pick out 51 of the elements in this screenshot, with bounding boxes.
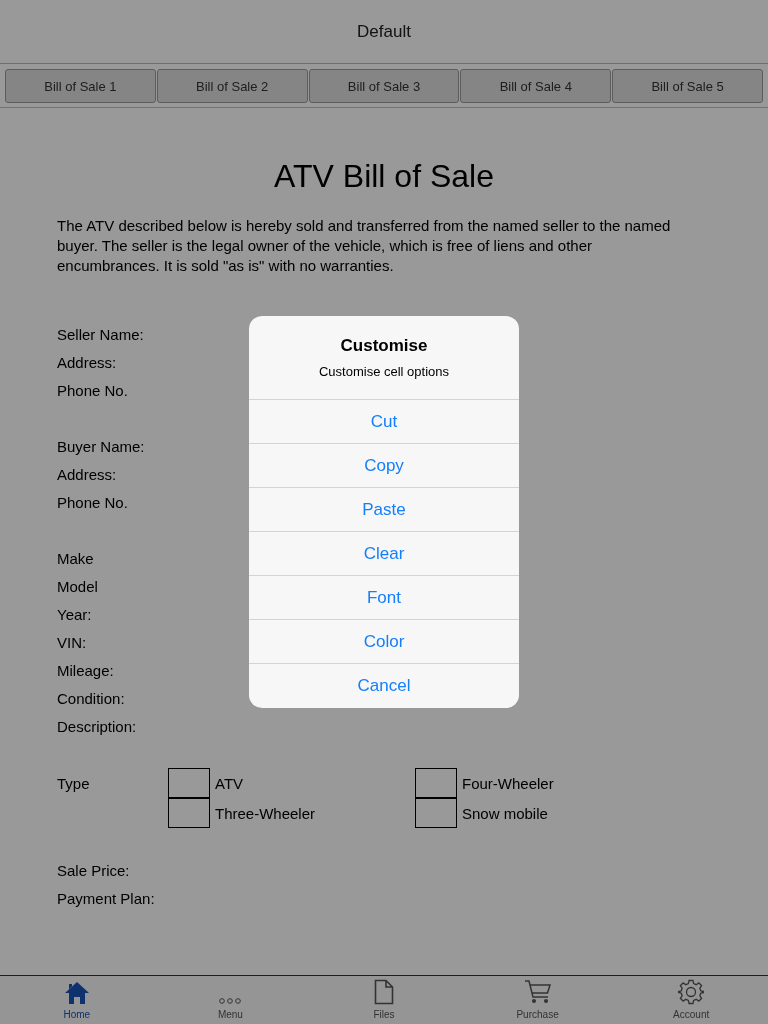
document-icon [374,979,394,1005]
segment-tab[interactable]: Bill of Sale 3 [308,69,460,103]
segment-tab[interactable]: Bill of Sale 5 [612,69,763,103]
field-label: Condition: [57,689,126,707]
alert-title: Customise [340,336,428,356]
alert-action-button[interactable]: Cut [249,400,519,444]
field-label: Seller Name: [57,325,145,343]
settings-icon [678,979,705,1005]
intro-paragraph: The ATV described below is hereby sold and transferred from the named seller to the named buyer. The seller is the legal owner of the vehicle, which is free of liens and other encumbrances. It is sold "as is" with no warranties. [57,216,672,276]
checkbox[interactable] [415,768,457,798]
checkbox-label: Four-Wheeler [462,774,554,792]
field-label: Type [57,774,91,794]
alert-action-button[interactable]: Color [249,620,519,664]
field-label: Sale Price: [57,861,131,879]
document-title: ATV Bill of Sale [273,157,495,196]
tab-bar-item[interactable]: Account [614,976,768,1024]
tab-bar-item[interactable]: Purchase [460,976,615,1024]
checkbox-label: Three-Wheeler [215,804,316,822]
more-icon [218,997,243,1005]
alert-message: Customise cell options [318,364,450,379]
field-label: Model [57,577,99,595]
field-label: Description: [57,717,138,735]
navigation-title: Default [357,22,411,42]
field-label: Mileage: [57,661,115,679]
tab-bar-item[interactable]: Files [307,976,461,1024]
tab-bar-item[interactable]: Home [0,976,154,1024]
alert-action-button[interactable]: Clear [249,532,519,576]
field-label: Make [57,549,95,567]
cart-icon [523,979,552,1005]
field-label: Buyer Name: [57,437,146,455]
field-label: Phone No. [57,493,129,511]
home-icon [63,981,90,1005]
alert-action-button[interactable]: Cancel [249,664,519,708]
alert-action-button[interactable]: Paste [249,488,519,532]
segment-tab[interactable]: Bill of Sale 1 [5,69,156,103]
segment-tab[interactable]: Bill of Sale 4 [460,69,612,103]
segment-tab[interactable]: Bill of Sale 2 [156,69,308,103]
field-label: Address: [57,353,118,371]
checkbox-label: ATV [215,774,244,792]
field-label: VIN: [57,633,88,651]
checkbox[interactable] [415,798,457,828]
field-label: Payment Plan: [57,889,156,907]
checkbox[interactable] [168,798,210,828]
checkbox[interactable] [168,768,210,798]
field-label: Phone No. [57,381,129,399]
alert-action-button[interactable]: Font [249,576,519,620]
field-label: Address: [57,465,118,483]
field-label: Year: [57,605,93,623]
tab-bar-item[interactable]: Menu [153,976,308,1024]
alert-action-button[interactable]: Copy [249,444,519,488]
checkbox-label: Snow mobile [462,804,548,822]
